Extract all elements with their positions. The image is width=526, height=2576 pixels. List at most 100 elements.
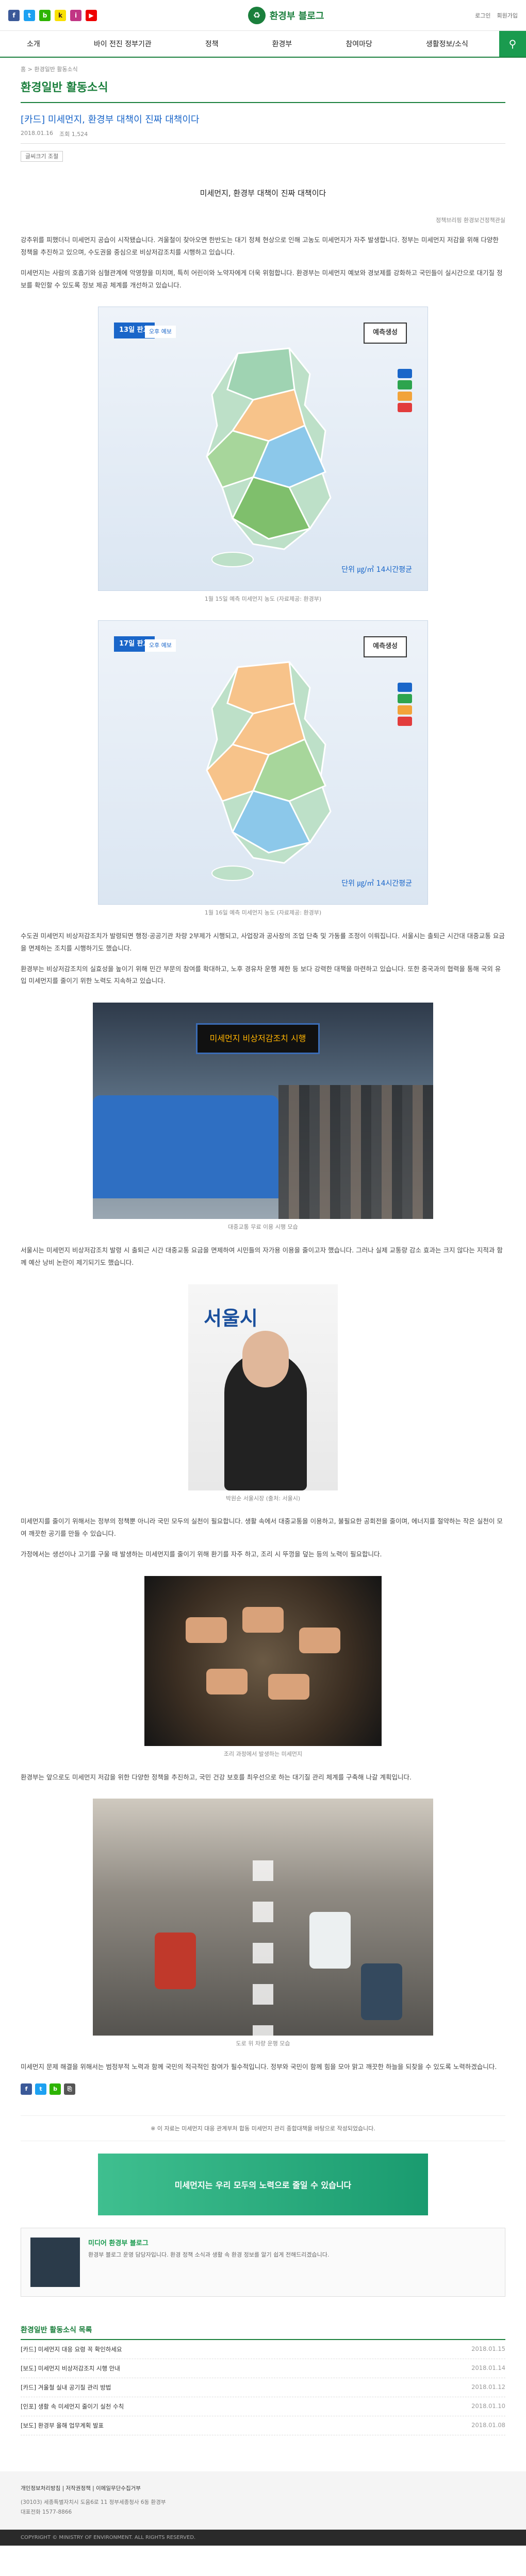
car (155, 1933, 196, 1990)
top-bar: f t b k i ▶ ♻ 환경부 블로그 로그인 회원가입 (0, 0, 526, 31)
paragraph: 미세먼지를 줄이기 위해서는 정부의 정책뿐 아니라 국민 모두의 실천이 필요… (21, 1517, 503, 1538)
search-button[interactable]: ⚲ (499, 31, 526, 57)
share-facebook-icon[interactable]: f (21, 2083, 32, 2095)
article-views: 조회 1,524 (59, 131, 88, 138)
nav-item-policy[interactable]: 정책 (205, 39, 219, 49)
paragraph: 환경부는 앞으로도 미세먼지 저감을 위한 다양한 정책을 추진하고, 국민 건… (21, 1773, 412, 1781)
kakao-icon[interactable]: k (55, 9, 66, 21)
breadcrumb: 홈 > 환경일반 활동소식 (21, 66, 78, 73)
paragraph: 미세먼지는 사람의 호흡기와 심혈관계에 악영향을 미치며, 특히 어린이와 노… (21, 268, 503, 289)
logo-icon: ♻ (248, 6, 266, 24)
map-caption: 1월 16일 예측 미세먼지 농도 (자료제공: 환경부) (204, 909, 322, 917)
related-title: 환경일반 활동소식 목록 (21, 2325, 505, 2340)
paragraph: 서울시는 미세먼지 비상저감조치 발령 시 출퇴근 시간 대중교통 요금을 면제… (21, 1246, 503, 1266)
list-item[interactable]: [인포] 생활 속 미세먼지 줄이기 실천 수칙 2018.01.10 (21, 2397, 505, 2416)
map-forecast-label: 오후 예보 (145, 326, 176, 338)
car (361, 1963, 402, 2021)
article-source: 정책브리핑 환경보건정책관실 (435, 216, 505, 224)
lane-marking (253, 1860, 273, 2036)
article-center-title: 미세먼지, 환경부 대책이 진짜 대책이다 (200, 189, 326, 198)
related-list: 환경일반 활동소식 목록 [카드] 미세먼지 대응 요령 꼭 확인하세요 2018… (21, 2309, 505, 2451)
nav-item-life[interactable]: 생활정보/소식 (426, 39, 468, 49)
writer-name[interactable]: 미디어 환경부 블로그 (88, 2238, 329, 2247)
meat (206, 1668, 248, 1694)
font-size-tools: 글씨크기 조절 (21, 144, 505, 168)
meat (268, 1673, 309, 1700)
korea-map (206, 347, 332, 568)
list-item[interactable]: [보도] 미세먼지 비상저감조치 시행 안내 2018.01.14 (21, 2359, 505, 2378)
map-region-label: 예측생성 (364, 323, 407, 344)
map-unit-label: 단위 ㎍/㎥ 14시간평균 (341, 879, 412, 888)
youtube-icon[interactable]: ▶ (86, 9, 97, 21)
forecast-map-1: 13일 판교 오후 예보 예측생성 단위 ㎍/㎥ 14시간평균 (98, 307, 428, 591)
meat (186, 1617, 227, 1643)
photo-caption: 도로 위 차량 운행 모습 (236, 2040, 290, 2047)
social-links: f t b k i ▶ (8, 9, 97, 21)
section-title: 환경일반 활동소식 (21, 76, 505, 103)
grill-photo (144, 1575, 382, 1746)
signup-link[interactable]: 회원가입 (497, 11, 518, 20)
article-date: 2018.01.16 (21, 130, 53, 137)
article-notice: ※ 이 자료는 미세먼지 대응 관계부처 합동 미세먼지 관리 종합대책을 바탕… (21, 2115, 505, 2141)
road-photo (93, 1799, 433, 2036)
mayor-photo: 서울시 (188, 1284, 338, 1490)
seoul-logo: 서울시 (204, 1307, 258, 1330)
list-item[interactable]: [카드] 겨울철 실내 공기질 관리 방법 2018.01.12 (21, 2378, 505, 2397)
nav-item-participation[interactable]: 참여마당 (346, 39, 372, 49)
writer-desc: 환경부 블로그 운영 담당자입니다. 환경 정책 소식과 생활 속 환경 정보를… (88, 2251, 330, 2258)
share-buttons: f t b ⎘ (21, 2083, 505, 2095)
paragraph: 가정에서는 생선이나 고기를 구울 때 발생하는 미세먼지를 줄이기 위해 환기… (21, 1550, 382, 1558)
map-unit-label: 단위 ㎍/㎥ 14시간평균 (341, 565, 412, 574)
nav-item-ministry[interactable]: 환경부 (272, 39, 292, 49)
forecast-map-2: 17일 판교 오후 예보 예측생성 단위 ㎍/㎥ 14시간평균 (98, 620, 428, 905)
list-item[interactable]: [카드] 미세먼지 대응 요령 꼭 확인하세요 2018.01.15 (21, 2340, 505, 2359)
blog-icon[interactable]: b (39, 9, 51, 21)
share-link-icon[interactable]: ⎘ (64, 2083, 75, 2095)
facebook-icon[interactable]: f (8, 9, 20, 21)
photo-caption: 대중교통 무료 이용 시행 모습 (228, 1224, 298, 1231)
article-meta: 2018.01.16 조회 1,524 (21, 130, 505, 138)
writer-box: 미디어 환경부 블로그 환경부 블로그 운영 담당자입니다. 환경 정책 소식과… (21, 2227, 505, 2297)
main-nav: 소개 바이 전진 정부기관 정책 환경부 참여마당 생활정보/소식 ⚲ (0, 31, 526, 58)
map-legend (398, 369, 412, 413)
campaign-banner[interactable]: 미세먼지는 우리 모두의 노력으로 줄일 수 있습니다 (98, 2153, 428, 2215)
map-legend (398, 683, 412, 726)
twitter-icon[interactable]: t (24, 9, 35, 21)
copyright: COPYRIGHT © MINISTRY OF ENVIRONMENT. ALL… (0, 2529, 526, 2546)
search-icon: ⚲ (508, 38, 517, 50)
instagram-icon[interactable]: i (70, 9, 81, 21)
site-name: 환경부 블로그 (269, 10, 324, 22)
paragraph: 수도권 미세먼지 비상저감조치가 발령되면 행정·공공기관 차량 2부제가 시행… (21, 932, 505, 952)
car (309, 1912, 351, 1969)
meat (299, 1627, 340, 1653)
nav-item-intro[interactable]: 소개 (27, 39, 40, 49)
footer-address: (30103) 세종특별자치시 도움6로 11 정부세종청사 6동 환경부 (21, 2499, 166, 2505)
login-link[interactable]: 로그인 (475, 11, 490, 20)
bus-photo: 미세먼지 비상저감조치 시행 (93, 1003, 433, 1219)
writer-avatar (30, 2237, 80, 2287)
bus-vehicle (93, 1095, 278, 1199)
footer-tel: 대표전화 1577-8866 (21, 2509, 72, 2515)
footer-links[interactable]: 개인정보처리방침 | 저작권정책 | 이메일무단수집거부 (21, 2484, 505, 2494)
list-item[interactable]: [보도] 환경부 올해 업무계획 발표 2018.01.08 (21, 2416, 505, 2435)
article-body: 미세먼지, 환경부 대책이 진짜 대책이다 정책브리핑 환경보건정책관실 강추위… (21, 168, 505, 2115)
font-size-button[interactable]: 글씨크기 조절 (21, 151, 63, 162)
crowd (278, 1085, 433, 1219)
share-blog-icon[interactable]: b (50, 2083, 61, 2095)
paragraph: 미세먼지 문제 해결을 위해서는 범정부적 노력과 함께 국민의 적극적인 참여… (21, 2063, 497, 2071)
map-region-label: 예측생성 (364, 636, 407, 657)
korea-map (206, 661, 332, 882)
share-twitter-icon[interactable]: t (35, 2083, 46, 2095)
article-header: [카드] 미세먼지, 환경부 대책이 진짜 대책이다 2018.01.16 조회… (21, 103, 505, 144)
paragraph: 환경부는 비상저감조치의 실효성을 높이기 위해 민간 부문의 참여를 확대하고… (21, 964, 501, 985)
site-footer: 개인정보처리방침 | 저작권정책 | 이메일무단수집거부 (30103) 세종특… (0, 2471, 526, 2530)
photo-caption: 박원순 서울시장 (출처: 서울시) (225, 1495, 301, 1502)
bus-sign: 미세먼지 비상저감조치 시행 (196, 1023, 320, 1055)
top-links: 로그인 회원가입 (475, 11, 518, 20)
nav-item-agency[interactable]: 바이 전진 정부기관 (94, 39, 152, 49)
article-title: [카드] 미세먼지, 환경부 대책이 진짜 대책이다 (21, 114, 200, 125)
photo-caption: 조리 과정에서 발생하는 미세먼지 (223, 1750, 303, 1757)
site-logo[interactable]: ♻ 환경부 블로그 (248, 6, 324, 24)
person-face (242, 1330, 289, 1387)
paragraph: 강추위를 피했더니 미세먼지 공습이 시작됐습니다. 겨울철이 찾아오면 한반도… (21, 236, 499, 257)
